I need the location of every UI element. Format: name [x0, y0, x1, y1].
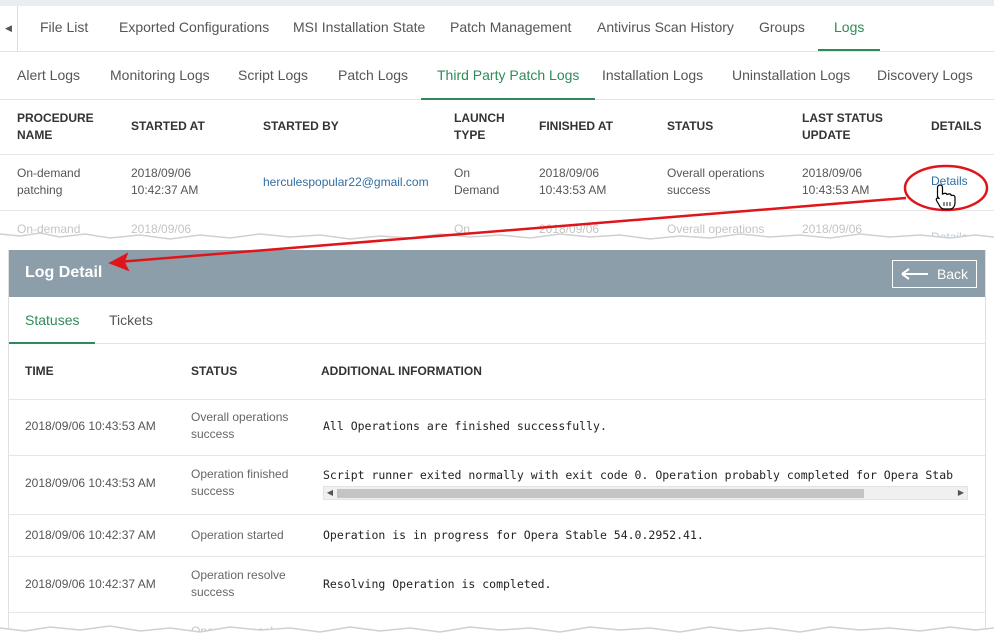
- log-status-line2: success: [191, 484, 235, 498]
- torn-edge-bottom: [0, 625, 994, 638]
- arrow-left-icon: [901, 268, 929, 280]
- row-divider: [9, 455, 985, 456]
- log-time: 2018/09/06 10:43:53 AM: [25, 476, 156, 490]
- cell-started-by-email[interactable]: herculespopular22@gmail.com: [263, 174, 429, 191]
- log-status: Operation finished success: [191, 466, 288, 500]
- cell-started-at: 2018/09/06 10:42:37 AM: [131, 165, 198, 199]
- cell-finished-at-time: 10:43:53 AM: [539, 183, 607, 197]
- log-detail-tab-bar: Statuses Tickets: [9, 297, 985, 344]
- log-detail-title: Log Detail: [25, 264, 103, 281]
- log-detail-panel: Log Detail Back Statuses Tickets TIME ST…: [8, 250, 986, 638]
- cell-status-line1: Overall operations: [667, 166, 765, 180]
- log-detail-header: Log Detail Back: [9, 250, 985, 297]
- log-status-line1: Overall operations: [191, 410, 289, 424]
- col-launch-type[interactable]: LAUNCH TYPE: [454, 110, 505, 144]
- cell-launch-type-line1: On: [454, 166, 471, 180]
- back-button-label: Back: [936, 266, 969, 282]
- cell-procedure-name-line1: On-demand: [17, 166, 81, 180]
- subtab-monitoring-logs[interactable]: Monitoring Logs: [110, 52, 210, 100]
- log-time: 2018/09/06 10:43:53 AM: [25, 419, 156, 433]
- cell-last-status-update: 2018/09/06 10:43:53 AM: [802, 165, 869, 199]
- col-started-at[interactable]: STARTED AT: [131, 118, 205, 135]
- log-info: Script runner exited normally with exit …: [323, 468, 954, 482]
- log-info: Resolving Operation is completed.: [323, 577, 552, 591]
- tab-exported-configurations[interactable]: Exported Configurations: [119, 6, 269, 51]
- log-status-line2: success: [191, 585, 235, 599]
- tab-patch-management[interactable]: Patch Management: [450, 6, 571, 51]
- tab-logs[interactable]: Logs: [818, 6, 881, 51]
- horizontal-scrollbar[interactable]: ◀ ▶: [323, 486, 968, 500]
- cell-status: Overall operations success: [667, 165, 764, 199]
- log-status-line2: success: [191, 427, 235, 441]
- back-button[interactable]: Back: [892, 260, 977, 288]
- subtab-script-logs[interactable]: Script Logs: [238, 52, 308, 100]
- log-status: Operation started: [191, 528, 284, 542]
- subtab-discovery-logs[interactable]: Discovery Logs: [877, 52, 973, 100]
- cell-finished-at-date: 2018/09/06: [539, 166, 600, 180]
- cell-started-at-date: 2018/09/06: [131, 166, 192, 180]
- torn-edge-divider: [0, 232, 994, 248]
- tab-file-list[interactable]: File List: [40, 6, 88, 51]
- triangle-left-icon: ◀: [5, 23, 12, 33]
- cell-launch-type-line2: Demand: [454, 183, 500, 197]
- cell-started-at-time: 10:42:37 AM: [131, 183, 199, 197]
- cell-last-status-update-date: 2018/09/06: [802, 166, 863, 180]
- tab-tickets[interactable]: Tickets: [109, 297, 153, 344]
- tab-msi-installation-state[interactable]: MSI Installation State: [293, 6, 425, 51]
- col-last-status-update-line1: LAST STATUS: [802, 111, 883, 125]
- details-link[interactable]: Details: [931, 173, 968, 190]
- cell-status-line2: success: [667, 183, 711, 197]
- row-divider: [0, 210, 994, 211]
- col-time[interactable]: TIME: [25, 364, 54, 378]
- subtab-uninstallation-logs[interactable]: Uninstallation Logs: [732, 52, 850, 100]
- subtab-patch-logs[interactable]: Patch Logs: [338, 52, 408, 100]
- log-info: All Operations are finished successfully…: [323, 419, 607, 433]
- col-procedure-name-line2: NAME: [17, 128, 53, 142]
- col-procedure-name-line1: PROCEDURE: [17, 111, 94, 125]
- tabs-scroll-left-button[interactable]: ◀: [0, 6, 18, 51]
- log-status: Overall operations success: [191, 409, 288, 443]
- subtab-installation-logs[interactable]: Installation Logs: [602, 52, 703, 100]
- col-finished-at[interactable]: FINISHED AT: [539, 118, 613, 135]
- logs-sub-tab-bar: Alert Logs Monitoring Logs Script Logs P…: [0, 52, 994, 100]
- subtab-third-party-patch-logs[interactable]: Third Party Patch Logs: [421, 52, 596, 100]
- cell-launch-type: On Demand: [454, 165, 499, 199]
- cell-procedure-name: On-demand patching: [17, 165, 80, 199]
- row-divider: [0, 154, 994, 155]
- col-status[interactable]: STATUS: [191, 364, 237, 378]
- scroll-right-arrow-icon[interactable]: ▶: [955, 487, 967, 499]
- row-divider: [9, 514, 985, 515]
- cell-finished-at: 2018/09/06 10:43:53 AM: [539, 165, 606, 199]
- col-additional-information: ADDITIONAL INFORMATION: [321, 364, 482, 378]
- log-info-viewport: Script runner exited normally with exit …: [323, 466, 973, 486]
- cell-procedure-name-line2: patching: [17, 183, 63, 197]
- log-info: Operation is in progress for Opera Stabl…: [323, 528, 704, 542]
- subtab-alert-logs[interactable]: Alert Logs: [17, 52, 80, 100]
- col-status[interactable]: STATUS: [667, 118, 713, 135]
- tab-antivirus-scan-history[interactable]: Antivirus Scan History: [597, 6, 734, 51]
- device-logs-panel: ◀ File List Exported Configurations MSI …: [0, 0, 994, 240]
- scroll-left-arrow-icon[interactable]: ◀: [324, 487, 336, 499]
- log-status-line1: Operation finished: [191, 467, 289, 481]
- cell-last-status-update-time: 10:43:53 AM: [802, 183, 870, 197]
- tab-statuses[interactable]: Statuses: [9, 297, 96, 344]
- log-status-line1: Operation resolve: [191, 568, 286, 582]
- col-launch-type-line1: LAUNCH: [454, 111, 505, 125]
- main-tab-bar: ◀ File List Exported Configurations MSI …: [0, 6, 994, 52]
- col-last-status-update[interactable]: LAST STATUS UPDATE: [802, 110, 883, 144]
- col-launch-type-line2: TYPE: [454, 128, 486, 142]
- row-divider: [9, 399, 985, 400]
- log-time: 2018/09/06 10:42:37 AM: [25, 528, 156, 542]
- row-divider: [9, 612, 985, 613]
- log-status: Operation resolve success: [191, 567, 286, 601]
- tab-groups[interactable]: Groups: [759, 6, 805, 51]
- col-details: DETAILS: [931, 119, 982, 133]
- col-procedure-name[interactable]: PROCEDURE NAME: [17, 110, 94, 144]
- row-divider: [9, 556, 985, 557]
- log-time: 2018/09/06 10:42:37 AM: [25, 577, 156, 591]
- col-last-status-update-line2: UPDATE: [802, 128, 851, 142]
- scrollbar-thumb[interactable]: [337, 489, 864, 498]
- col-started-by[interactable]: STARTED BY: [263, 118, 339, 135]
